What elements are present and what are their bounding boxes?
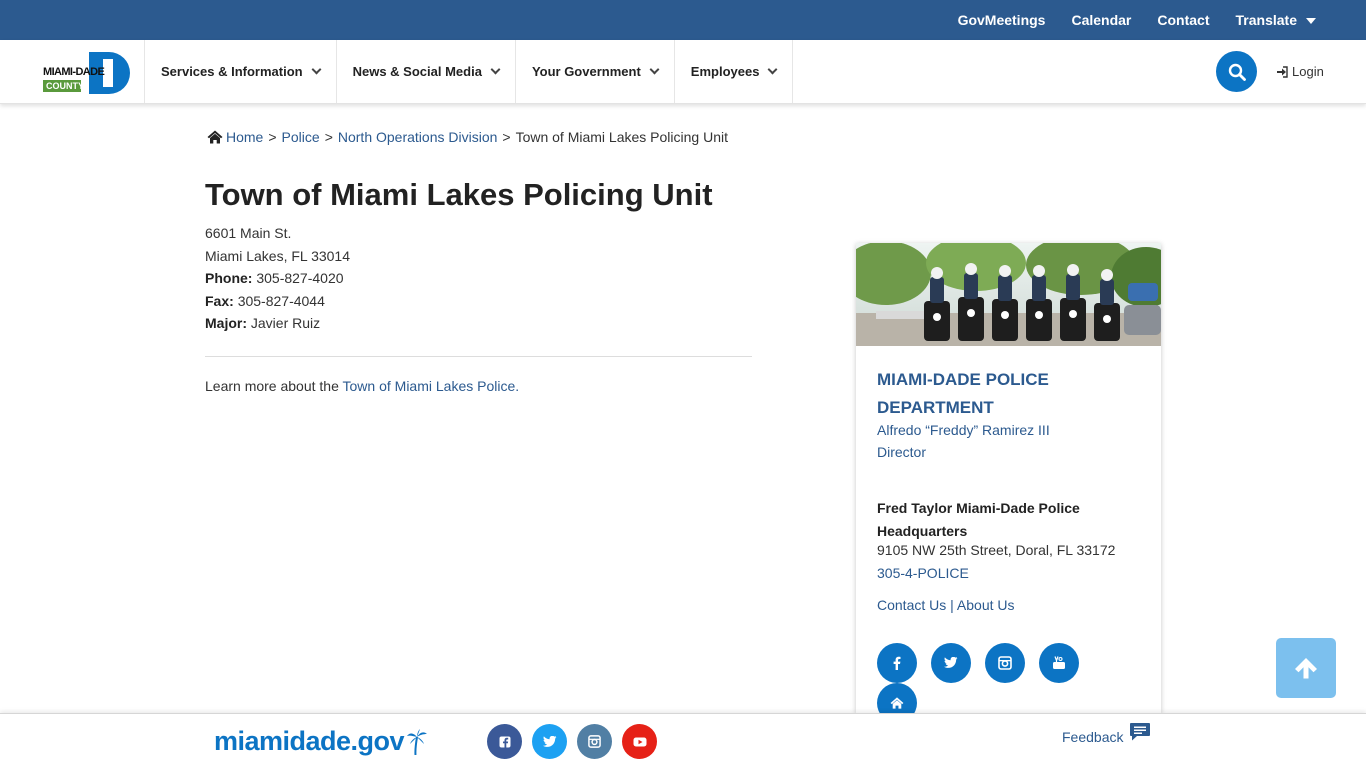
contact-us-link[interactable]: Contact Us: [877, 597, 946, 613]
major-row: Major: Javier Ruiz: [205, 312, 350, 335]
street-address: 6601 Main St.: [205, 225, 292, 241]
govmeetings-link[interactable]: GovMeetings: [958, 12, 1046, 28]
card-home-button[interactable]: [877, 683, 917, 713]
footer-twitter-button[interactable]: [532, 724, 567, 759]
instagram-icon: [588, 735, 601, 748]
brand-text: miamidade.gov: [214, 726, 405, 756]
miamidade-gov-logo[interactable]: miamidade.gov: [214, 726, 428, 757]
breadcrumb-separator: >: [268, 129, 277, 145]
logo-text-bottom: COUNTY: [46, 81, 84, 91]
headquarters-phone-link[interactable]: 305-4-POLICE: [877, 565, 969, 581]
nav-label: Employees: [690, 64, 760, 79]
breadcrumb-separator: >: [324, 129, 333, 145]
palm-tree-icon: [407, 728, 428, 755]
breadcrumb-north-operations[interactable]: North Operations Division: [338, 129, 498, 145]
utility-bar: GovMeetings Calendar Contact Translate: [0, 0, 1366, 40]
card-youtube-button[interactable]: [1039, 643, 1079, 683]
nav-label: News & Social Media: [352, 64, 482, 79]
footer-facebook-button[interactable]: [487, 724, 522, 759]
link-separator: |: [950, 597, 954, 613]
major-label: Major:: [205, 315, 247, 331]
login-link[interactable]: Login: [1276, 64, 1324, 79]
footer-youtube-button[interactable]: [622, 724, 657, 759]
card-instagram-button[interactable]: [985, 643, 1025, 683]
footer-bar: miamidade.gov Feedback: [0, 713, 1366, 768]
nav-employees[interactable]: Employees: [673, 40, 794, 103]
card-twitter-button[interactable]: [931, 643, 971, 683]
translate-dropdown[interactable]: Translate: [1236, 12, 1316, 28]
youtube-icon: [633, 737, 646, 746]
sign-in-icon: [1277, 65, 1288, 78]
miami-dade-county-logo[interactable]: MIAMI-DADE COUNTY: [41, 52, 131, 94]
caret-down-icon: [1306, 18, 1316, 25]
director-name-link[interactable]: Alfredo “Freddy” Ramirez III: [877, 422, 1050, 438]
department-info-card: MIAMI-DADE POLICE DEPARTMENT Alfredo “Fr…: [856, 243, 1161, 713]
about-us-link[interactable]: About Us: [957, 597, 1015, 613]
headquarters-address: 9105 NW 25th Street, Doral, FL 33172: [877, 542, 1116, 558]
breadcrumb: Home > Police > North Operations Divisio…: [207, 129, 728, 145]
headquarters-name: Fred Taylor Miami-Dade Police Headquarte…: [877, 500, 1080, 539]
learn-more-prefix: Learn more about the: [205, 378, 339, 394]
chevron-down-icon: [767, 64, 778, 75]
footer-instagram-button[interactable]: [577, 724, 612, 759]
phone-row: Phone: 305-827-4020: [205, 267, 350, 290]
unit-contact-info: 6601 Main St. Miami Lakes, FL 33014 Phon…: [205, 222, 350, 335]
twitter-icon: [542, 735, 556, 747]
feedback-button[interactable]: Feedback: [1062, 723, 1151, 745]
translate-label: Translate: [1235, 12, 1297, 28]
miami-lakes-police-link[interactable]: Town of Miami Lakes Police.: [343, 378, 520, 394]
chevron-down-icon: [649, 64, 660, 75]
instagram-icon: [998, 656, 1012, 670]
city-state-zip: Miami Lakes, FL 33014: [205, 247, 350, 264]
card-links: Contact Us | About Us: [877, 597, 1015, 613]
breadcrumb-current: Town of Miami Lakes Policing Unit: [515, 129, 728, 145]
comment-icon: [1130, 723, 1151, 741]
contact-link[interactable]: Contact: [1157, 12, 1209, 28]
facebook-icon: [893, 656, 901, 670]
main-navigation: MIAMI-DADE COUNTY Services & Information…: [0, 40, 1366, 104]
fax-row: Fax: 305-827-4044: [205, 290, 350, 313]
nav-menu: Services & Information News & Social Med…: [144, 40, 794, 103]
home-icon: [207, 130, 223, 144]
major-value: Javier Ruiz: [250, 315, 321, 331]
learn-more-text: Learn more about the Town of Miami Lakes…: [205, 378, 519, 394]
search-icon: [1228, 63, 1246, 81]
nav-your-government[interactable]: Your Government: [514, 40, 674, 103]
nav-services-information[interactable]: Services & Information: [144, 40, 336, 103]
chevron-down-icon: [490, 64, 501, 75]
page-title: Town of Miami Lakes Policing Unit: [205, 177, 713, 212]
arrow-up-icon: [1295, 658, 1317, 679]
feedback-label: Feedback: [1062, 729, 1124, 745]
logo-text-top: MIAMI-DADE: [43, 66, 105, 78]
breadcrumb-police[interactable]: Police: [282, 129, 320, 145]
fax-value: 305-827-4044: [237, 292, 325, 309]
calendar-link[interactable]: Calendar: [1071, 12, 1131, 28]
card-facebook-button[interactable]: [877, 643, 917, 683]
phone-value: 305-827-4020: [256, 270, 344, 286]
nav-label: Your Government: [531, 64, 641, 79]
fax-label: Fax:: [205, 292, 234, 309]
login-label: Login: [1292, 64, 1324, 79]
twitter-icon: [944, 657, 958, 668]
phone-label: Phone:: [205, 270, 253, 286]
chevron-down-icon: [311, 64, 322, 75]
police-motorcycles-photo: [856, 243, 1161, 346]
divider: [205, 356, 752, 357]
facebook-icon: [499, 736, 510, 748]
back-to-top-button[interactable]: [1276, 638, 1336, 698]
nav-news-social-media[interactable]: News & Social Media: [335, 40, 515, 103]
breadcrumb-separator: >: [502, 129, 511, 145]
department-name: MIAMI-DADE POLICE DEPARTMENT: [877, 370, 1049, 417]
breadcrumb-home[interactable]: Home: [226, 129, 263, 145]
search-button[interactable]: [1216, 51, 1257, 92]
nav-label: Services & Information: [161, 64, 303, 79]
youtube-icon: [1053, 656, 1065, 669]
director-title-link[interactable]: Director: [877, 444, 926, 460]
home-icon: [890, 697, 904, 709]
